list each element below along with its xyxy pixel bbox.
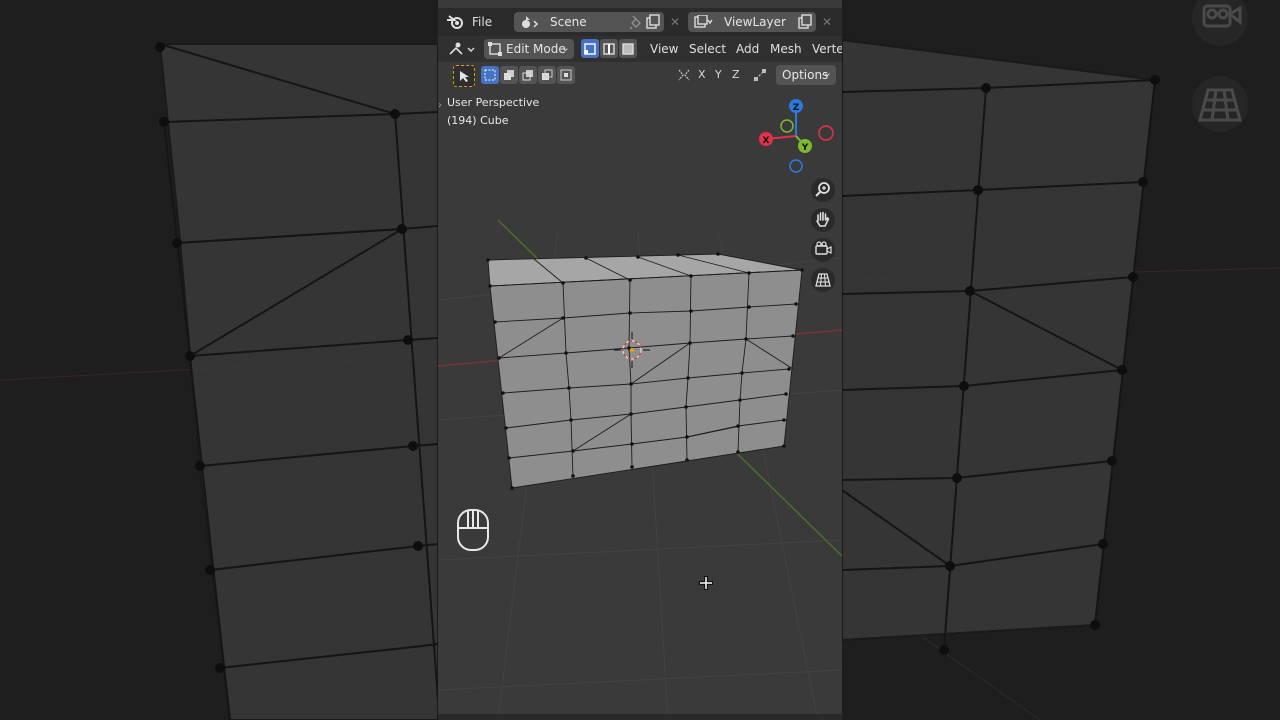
file-menu[interactable]: File xyxy=(472,15,492,29)
blender-logo-icon[interactable] xyxy=(446,14,464,30)
grid-icon-blurred xyxy=(1192,76,1248,132)
edit-mode-icon xyxy=(488,42,502,56)
select-box-icon xyxy=(484,69,496,81)
options-dropdown[interactable]: Options ⌄ xyxy=(776,65,836,85)
blender-window: File Scene ✕ ViewLayer ✕ Edit Mode ⌄ Vie… xyxy=(438,0,842,720)
editor-type-icon[interactable] xyxy=(448,41,476,57)
select-new-button[interactable] xyxy=(481,66,499,84)
vertex-select-icon xyxy=(584,43,596,55)
mirror-y-toggle[interactable]: Y xyxy=(715,68,722,81)
select-intersect-button[interactable] xyxy=(557,66,575,84)
select-subtract-button[interactable] xyxy=(519,66,537,84)
neg-x-axis-handle xyxy=(818,125,834,141)
select-invert-icon xyxy=(542,69,553,80)
chevron-down-icon: ⌄ xyxy=(560,41,570,54)
cursor-arrow-icon xyxy=(460,71,469,82)
perspective-label: User Perspective xyxy=(447,96,540,109)
hand-pan-icon[interactable] xyxy=(810,207,836,233)
remove-view-layer-icon[interactable]: ✕ xyxy=(822,15,832,29)
neg-y-axis-handle xyxy=(780,119,794,133)
select-extend-button[interactable] xyxy=(500,66,518,84)
navigation-gizmo[interactable]: Z X Y xyxy=(754,96,840,180)
z-label: Z xyxy=(793,103,800,113)
crosshair-cursor-icon xyxy=(699,576,713,590)
viewport-header: Edit Mode ⌄ View Select Add Mesh Vertex xyxy=(438,36,842,62)
mesh-menu[interactable]: Mesh xyxy=(770,42,802,56)
object-label: (194) Cube xyxy=(447,114,509,127)
y-label: Y xyxy=(801,143,809,153)
screen: File Scene ✕ ViewLayer ✕ Edit Mode ⌄ Vie… xyxy=(0,0,1280,720)
select-extend-icon xyxy=(504,70,514,80)
top-header: File Scene ✕ ViewLayer ✕ xyxy=(438,8,842,36)
zoom-icon[interactable] xyxy=(810,177,836,203)
mode-label: Edit Mode xyxy=(506,42,566,56)
ortho-grid-icon[interactable] xyxy=(810,267,836,293)
view-layer-icon xyxy=(694,15,713,28)
select-invert-button[interactable] xyxy=(538,66,556,84)
options-chevron-icon: ⌄ xyxy=(822,66,832,79)
pin-icon[interactable] xyxy=(630,15,642,29)
edge-select-icon xyxy=(603,43,615,55)
mouse-icon xyxy=(457,509,489,551)
view-layer-name: ViewLayer xyxy=(724,15,786,29)
mirror-x-toggle[interactable]: X xyxy=(698,68,706,81)
vertex-menu[interactable]: Vertex xyxy=(812,42,842,56)
scene-selector[interactable]: Scene xyxy=(514,12,664,32)
remove-scene-icon[interactable]: ✕ xyxy=(670,15,680,29)
select-subtract-icon xyxy=(522,70,533,81)
chevron-right-icon[interactable]: › xyxy=(438,100,442,111)
mirror-z-toggle[interactable]: Z xyxy=(732,68,740,81)
camera-view-icon[interactable] xyxy=(810,237,836,263)
face-select-icon xyxy=(622,43,634,55)
select-menu[interactable]: Select xyxy=(689,42,726,56)
new-view-layer-icon[interactable] xyxy=(798,14,812,29)
x-label: X xyxy=(763,136,770,146)
view-menu[interactable]: View xyxy=(650,42,678,56)
edge-select-button[interactable] xyxy=(600,39,618,58)
view-layer-selector[interactable]: ViewLayer xyxy=(688,12,816,32)
auto-merge-icon[interactable] xyxy=(752,67,768,83)
status-bar xyxy=(438,714,842,720)
select-intersect-icon xyxy=(560,69,572,81)
new-scene-icon[interactable] xyxy=(646,14,660,29)
vertex-select-button[interactable] xyxy=(581,39,599,58)
scene-icon xyxy=(522,16,539,28)
select-tool-button[interactable] xyxy=(453,65,475,87)
face-select-button[interactable] xyxy=(619,39,637,58)
camera-icon-blurred xyxy=(1192,0,1248,46)
scene-name: Scene xyxy=(550,15,587,29)
options-label: Options xyxy=(782,68,829,82)
mode-selector[interactable]: Edit Mode ⌄ xyxy=(484,39,574,59)
tool-settings: X Y Z Options ⌄ xyxy=(438,62,842,88)
mirror-icon[interactable] xyxy=(676,67,692,83)
add-menu[interactable]: Add xyxy=(736,42,759,56)
neg-z-axis-handle xyxy=(789,159,803,173)
